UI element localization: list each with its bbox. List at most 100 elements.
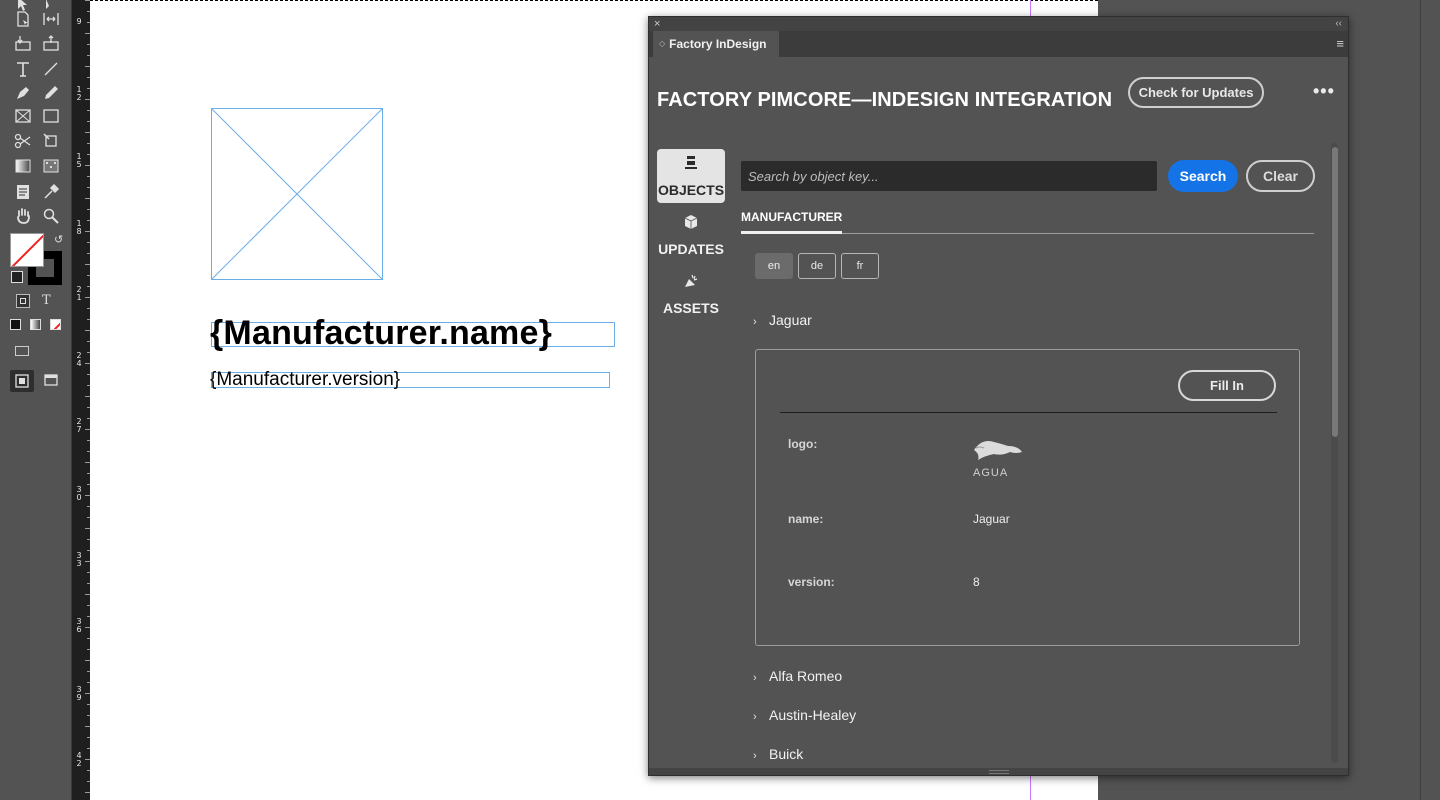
resize-grip-icon[interactable] xyxy=(989,770,1009,774)
close-icon[interactable]: × xyxy=(654,17,660,31)
more-options-icon[interactable]: ••• xyxy=(1313,81,1335,102)
hand-tool-icon[interactable] xyxy=(12,206,34,226)
field-label-logo: logo: xyxy=(788,437,818,451)
tree-item-label: Buick xyxy=(769,746,804,762)
manufacturer-version-field: {Manufacturer.version} xyxy=(210,369,401,390)
panel-titlebar: × ‹‹ xyxy=(649,17,1348,31)
nav-label: ASSETS xyxy=(662,300,719,316)
formatting-text-icon[interactable]: T xyxy=(42,293,51,308)
ruler-label: 18 xyxy=(76,219,82,236)
tree-item-label: Jaguar xyxy=(769,312,812,328)
normal-view-mode-icon[interactable] xyxy=(10,370,34,392)
ruler-label: 30 xyxy=(76,485,82,502)
chevron-right-icon: › xyxy=(753,750,757,762)
tree-item-label: Alfa Romeo xyxy=(769,668,843,684)
tree-item-austin-healey[interactable]: › Austin-Healey xyxy=(753,707,856,723)
type-tool-icon[interactable] xyxy=(12,59,34,79)
ruler-label: 39 xyxy=(76,685,82,702)
rectangle-tool-icon[interactable] xyxy=(40,106,62,126)
apply-gradient-icon[interactable] xyxy=(30,319,41,330)
lang-de-button[interactable]: de xyxy=(798,253,836,279)
screen-mode-icon[interactable] xyxy=(15,346,29,356)
tree-item-jaguar[interactable]: › Jaguar xyxy=(753,312,812,328)
objects-icon xyxy=(685,156,697,169)
rectangle-frame-tool-icon[interactable] xyxy=(12,106,34,126)
collapse-icon[interactable]: ‹‹ xyxy=(1335,17,1342,31)
apply-none-icon[interactable] xyxy=(50,319,61,330)
chevron-right-icon: › xyxy=(753,711,757,723)
object-detail-card: Fill In logo: AGUA name: Jaguar version:… xyxy=(755,349,1300,646)
factory-indesign-panel: × ‹‹ ◇ Factory InDesign ≡ FACTORY PIMCOR… xyxy=(648,16,1349,776)
ruler-label: 15 xyxy=(76,152,82,169)
page-tool-icon[interactable] xyxy=(12,9,34,29)
ruler-label: 42 xyxy=(76,751,82,768)
page-top-edge xyxy=(90,0,1098,3)
ruler-label: 33 xyxy=(76,551,82,568)
pen-tool-icon[interactable] xyxy=(12,83,34,103)
ruler-label: 9 xyxy=(76,17,82,26)
lang-en-button[interactable]: en xyxy=(755,253,793,279)
note-tool-icon[interactable] xyxy=(12,182,34,202)
panel-tab-bar: ◇ Factory InDesign ≡ xyxy=(649,31,1348,57)
manufacturer-name-field: {Manufacturer.name} xyxy=(210,314,553,352)
ruler-label: 27 xyxy=(76,417,82,434)
panel-tab-label: Factory InDesign xyxy=(669,37,767,51)
default-colors-icon[interactable] xyxy=(11,271,23,283)
app-title: FACTORY PIMCORE—INDESIGN INTEGRATION xyxy=(657,89,1113,111)
card-divider xyxy=(780,412,1277,413)
tree-item-alfa-romeo[interactable]: › Alfa Romeo xyxy=(753,668,842,684)
gradient-swatch-tool-icon[interactable] xyxy=(12,156,34,176)
nav-item-assets[interactable]: ASSETS xyxy=(657,267,725,321)
gradient-feather-tool-icon[interactable] xyxy=(40,156,62,176)
nav-item-updates[interactable]: UPDATES xyxy=(657,208,725,262)
preview-mode-icon[interactable] xyxy=(40,370,62,390)
ruler-label: 36 xyxy=(76,617,82,634)
field-label-name: name: xyxy=(788,512,824,526)
chevron-right-icon: › xyxy=(753,316,757,328)
content-collector-icon[interactable] xyxy=(12,33,34,53)
nav-label: OBJECTS xyxy=(657,182,725,198)
chevron-right-icon: › xyxy=(753,672,757,684)
panel-menu-icon[interactable]: ≡ xyxy=(1336,36,1344,51)
search-button[interactable]: Search xyxy=(1168,160,1238,192)
check-for-updates-button[interactable]: Check for Updates xyxy=(1128,77,1264,108)
nav-item-objects[interactable]: OBJECTS xyxy=(657,149,725,203)
panel-bottom-bar xyxy=(649,768,1348,775)
formatting-container-icon[interactable] xyxy=(16,294,30,308)
tab-active-indicator xyxy=(741,231,842,234)
tab-grip-icon: ◇ xyxy=(659,39,666,48)
fill-in-button[interactable]: Fill In xyxy=(1178,370,1276,401)
ruler-label: 21 xyxy=(76,285,82,302)
eyedropper-tool-icon[interactable] xyxy=(40,182,62,202)
ruler-label: 24 xyxy=(76,351,82,368)
content-placer-icon[interactable] xyxy=(40,33,62,53)
tools-panel: ↺ T xyxy=(0,0,72,800)
updates-icon xyxy=(684,215,698,229)
tab-manufacturer[interactable]: MANUFACTURER xyxy=(741,210,842,224)
svg-text:AGUA: AGUA xyxy=(973,467,1008,478)
jaguar-logo: AGUA xyxy=(973,441,1022,478)
pencil-tool-icon[interactable] xyxy=(40,83,62,103)
right-panel-dock xyxy=(1420,0,1440,800)
tree-item-label: Austin-Healey xyxy=(769,707,857,723)
swap-arrow-icon[interactable]: ↺ xyxy=(54,233,63,246)
field-value-name: Jaguar xyxy=(973,512,1010,526)
free-transform-tool-icon[interactable] xyxy=(40,131,62,151)
apply-color-icon[interactable] xyxy=(10,319,21,330)
gap-tool-arrows-icon[interactable] xyxy=(40,9,62,29)
panel-tab[interactable]: ◇ Factory InDesign xyxy=(653,31,779,57)
field-label-version: version: xyxy=(788,575,835,589)
scissors-tool-icon[interactable] xyxy=(12,131,34,151)
fill-swatch[interactable] xyxy=(10,233,44,267)
search-input[interactable] xyxy=(741,161,1157,191)
lang-fr-button[interactable]: fr xyxy=(841,253,879,279)
tree-item-buick[interactable]: › Buick xyxy=(753,746,803,762)
vertical-ruler: 9 12 15 18 21 24 27 30 33 36 39 42 xyxy=(72,0,90,800)
nav-label: UPDATES xyxy=(658,241,724,257)
clear-button[interactable]: Clear xyxy=(1246,160,1315,192)
zoom-tool-icon[interactable] xyxy=(40,206,62,226)
image-placeholder-frame[interactable] xyxy=(211,108,383,280)
line-tool-icon[interactable] xyxy=(40,59,62,79)
scrollbar-thumb[interactable] xyxy=(1332,147,1338,437)
assets-icon xyxy=(685,274,698,287)
